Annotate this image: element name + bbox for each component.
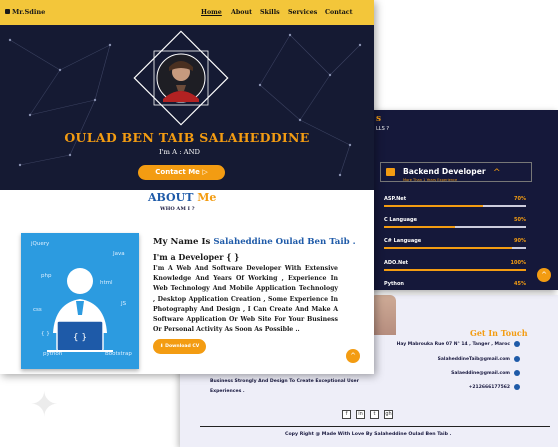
scroll-top-button[interactable]: ^ [346,349,360,363]
skill-name: C Language [384,217,418,223]
mail-icon [514,370,520,376]
skill-percent: 50% [514,217,526,223]
download-cv-label: Download CV [165,344,200,349]
home-section-card: Mr.Sdine Home About Skills Services Cont… [0,0,374,374]
about-heading-text: ABOUT [148,191,194,204]
phone-icon [514,384,520,390]
contact-email[interactable]: SalaheddineTaib@gmail.com [438,357,510,362]
skill-row: ADO.Net 100% [384,260,526,272]
contact-address: Hay Mabrouka Rue 07 N° 14 , Tanger , Mar… [396,342,510,347]
skill-percent: 45% [514,281,526,287]
hero-title: OULAD BEN TAIB SALAHEDDINE [64,130,310,145]
profile-frame [133,30,229,126]
developer-figure-icon: { } [47,268,113,352]
mail-icon [514,356,520,362]
about-role: I'm a Developer { } [153,252,240,262]
skill-bar-fill [384,205,484,207]
skill-percent: 90% [514,238,526,244]
about-name-prefix: My Name Is [153,237,211,247]
skill-bar-track [384,226,526,228]
skill-bar-track [384,269,526,271]
github-icon[interactable]: gh [384,410,393,419]
logo-icon [5,9,10,14]
skill-bar-fill [384,226,455,228]
skill-bar-fill [384,247,512,249]
developer-illustration: jQuery Java php html JS css { } python B… [21,233,139,369]
skill-row: C Language 50% [384,217,526,229]
get-in-touch-heading: Get In Touch [470,328,528,338]
svg-text:{ }: { } [73,333,87,343]
contact-phone[interactable]: +212666177562 [469,385,510,390]
skill-name: ADO.Net [384,260,409,266]
about-subheading: WHO AM I ? [160,206,195,212]
screenshot-collage: ✦ ✦ Get In Touch Hay Mabrouka Rue 07 N° … [0,0,558,447]
skill-group-title: Backend Developer [403,167,486,176]
about-bio: I'm A Web And Software Developer With Ex… [153,265,338,334]
skills-title: s [376,114,382,124]
nav-home[interactable]: Home [201,9,222,16]
facebook-icon[interactable]: f [342,410,351,419]
nav-contact[interactable]: Contact [325,9,353,16]
skills-section-card: s LLS ? Backend Developer More Than 1 Ye… [372,110,558,290]
skill-percent: 100% [510,260,526,266]
twitter-icon[interactable]: t [370,410,379,419]
about-heading-accent: Me [197,191,217,204]
scroll-top-button[interactable]: ^ [537,268,551,282]
skill-percent: 70% [514,196,526,202]
skill-group-subtitle: More Than 1 Years Experience [403,178,458,182]
skill-row: ASP.Net 70% [384,196,526,208]
skill-bar-track [384,247,526,249]
download-icon: ⬇ [159,344,164,349]
skill-name: C# Language [384,238,422,244]
skills-subtitle: LLS ? [376,126,389,132]
chevron-up-icon[interactable]: ^ [493,168,501,178]
background-motif: ✦ [30,385,59,425]
hero-role: I'm A : AND [159,148,200,156]
nav-skills[interactable]: Skills [260,9,280,16]
footer-divider [200,426,550,427]
footer-text: Business Strongly And Design To Create E… [210,379,359,394]
skill-name: ASP.Net [384,196,407,202]
skill-row: Python 45% [384,281,526,290]
copyright-text: Copy Right @ Made With Love By Salaheddi… [285,432,452,437]
navbar: Mr.Sdine Home About Skills Services Cont… [0,0,374,25]
about-name: My Name Is Salaheddine Oulad Ben Taib . [153,237,356,247]
download-cv-button[interactable]: ⬇ Download CV [153,339,206,354]
skill-bar-track [384,205,526,207]
brand-logo[interactable]: Mr.Sdine [12,8,45,16]
about-name-highlight: Salaheddine Oulad Ben Taib . [213,237,356,247]
about-heading: ABOUT Me [148,191,216,204]
nav-about[interactable]: About [231,9,252,16]
skill-row: C# Language 90% [384,238,526,250]
server-icon [386,168,395,176]
skill-bar-fill [384,269,526,271]
location-icon [514,341,520,347]
contact-email-2[interactable]: Salaeddine@gmail.com [451,371,510,376]
contact-me-button[interactable]: Contact Me ▷ [138,165,225,180]
skill-name: Python [384,281,404,287]
nav-services[interactable]: Services [288,9,317,16]
linkedin-icon[interactable]: in [356,410,365,419]
hero-section: OULAD BEN TAIB SALAHEDDINE I'm A : AND C… [0,25,374,190]
